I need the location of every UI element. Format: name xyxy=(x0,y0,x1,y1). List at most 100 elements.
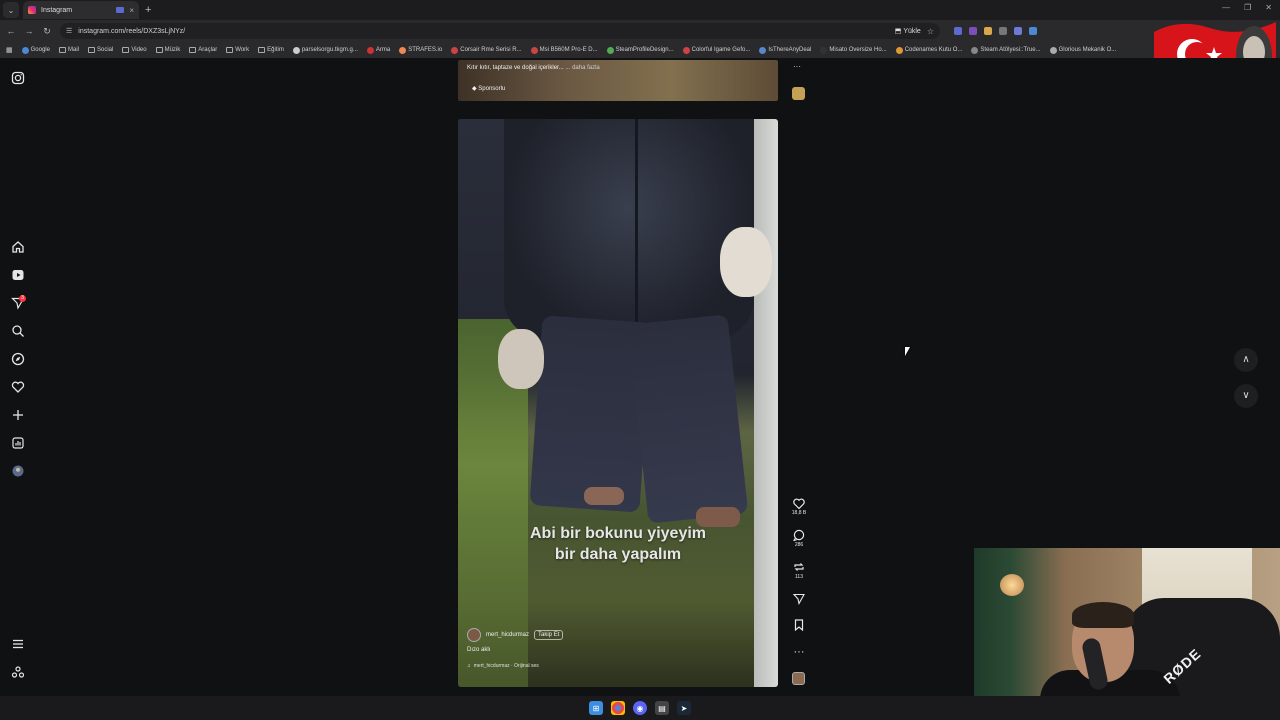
video-subtitle: Abi bir bokunu yiyeyim bir daha yapalım xyxy=(458,523,778,565)
search-icon[interactable] xyxy=(11,324,25,338)
next-reel-button[interactable]: ∨ xyxy=(1234,384,1258,408)
extension-icon[interactable] xyxy=(954,27,962,35)
extension-icon[interactable] xyxy=(1014,27,1022,35)
minimize-icon[interactable]: — xyxy=(1222,3,1230,12)
bookmark-item[interactable]: Google xyxy=(21,46,50,54)
apps-icon[interactable]: ▦ xyxy=(6,46,13,54)
streamer-hair xyxy=(1072,602,1134,628)
bookmark-item[interactable]: Social xyxy=(88,47,113,53)
previous-reel-button[interactable]: ∧ xyxy=(1234,348,1258,372)
person-hand-left xyxy=(498,329,544,389)
steam-icon[interactable]: ➤ xyxy=(677,701,691,715)
reel-audio[interactable]: ♫ mert_hicdurmaz · Orijinal ses xyxy=(467,663,539,669)
install-app-button[interactable]: ⬒ Yükle xyxy=(895,27,921,36)
tab-search-icon[interactable]: ⌄ xyxy=(3,2,19,18)
ad-more-options-icon[interactable]: ··· xyxy=(793,62,801,71)
sponsored-text: Sponsorlu xyxy=(478,86,506,92)
ad-more-link[interactable]: ... daha fazla xyxy=(565,65,599,71)
browser-tab-bar: ⌄ Instagram × + — ❐ ✕ xyxy=(0,0,1280,20)
bookmark-item[interactable]: Arma xyxy=(366,46,390,54)
bookmark-item[interactable]: Corsair Rme Serisi R... xyxy=(451,46,522,54)
bookmark-label: Müzik xyxy=(164,47,181,53)
menu-icon[interactable] xyxy=(11,637,25,651)
create-plus-icon[interactable] xyxy=(11,408,25,422)
reel-caption[interactable]: Dızo aklı xyxy=(467,647,490,653)
dashboard-icon[interactable] xyxy=(11,436,25,450)
repost-action[interactable]: 113 xyxy=(788,561,810,580)
bookmark-item[interactable]: Work xyxy=(226,47,249,53)
notifications-heart-icon[interactable] xyxy=(11,380,25,394)
bookmark-item[interactable]: Glorious Mekanik O... xyxy=(1049,46,1116,54)
explore-icon[interactable] xyxy=(11,352,25,366)
repost-icon[interactable] xyxy=(788,561,810,573)
start-windows-icon[interactable]: ⊞ xyxy=(589,701,603,715)
bookmark-item[interactable]: SteamProfileDesign... xyxy=(606,46,674,54)
also-from-meta-icon[interactable] xyxy=(11,665,25,679)
url-bar[interactable]: ☰ instagram.com/reels/DXZ3sLjNYz/ ⬒ Yükl… xyxy=(60,23,940,39)
reels-icon[interactable] xyxy=(11,268,25,282)
reel-video[interactable]: Abi bir bokunu yiyeyim bir daha yapalım … xyxy=(458,119,778,687)
bookmark-item[interactable]: Steam Atölyesi::True... xyxy=(971,46,1041,54)
extension-icon[interactable] xyxy=(999,27,1007,35)
home-icon[interactable] xyxy=(11,240,25,254)
bookmark-label: Msi B560M Pro-E D... xyxy=(539,47,598,53)
bookmark-item[interactable]: STRAFES.io xyxy=(399,46,442,54)
comment-count: 286 xyxy=(794,542,804,548)
forward-icon[interactable]: → xyxy=(24,26,34,36)
bookmark-label: Steam Atölyesi::True... xyxy=(980,47,1041,53)
bookmark-label: IsThereAnyDeal xyxy=(768,47,812,53)
share-icon[interactable] xyxy=(788,593,810,605)
follow-button[interactable]: Takip Et xyxy=(534,630,564,640)
more-options-icon[interactable]: ··· xyxy=(788,646,810,658)
comment-action[interactable]: 286 xyxy=(788,529,810,548)
new-tab-button[interactable]: + xyxy=(145,4,151,16)
extension-icon[interactable] xyxy=(984,27,992,35)
like-action[interactable]: 18,8 B xyxy=(788,497,810,516)
window-controls: — ❐ ✕ xyxy=(1222,3,1272,12)
bookmark-item[interactable]: Codenames Kutu O... xyxy=(895,46,962,54)
bookmark-item[interactable]: Video xyxy=(122,47,147,53)
app-icon[interactable]: ▤ xyxy=(655,701,669,715)
save-bookmark-icon[interactable] xyxy=(788,619,810,631)
reload-icon[interactable]: ↻ xyxy=(42,26,52,37)
instagram-logo-icon[interactable] xyxy=(11,71,25,85)
bookmark-label: Video xyxy=(131,47,147,53)
extension-icon[interactable] xyxy=(969,27,977,35)
extension-icon[interactable] xyxy=(1029,27,1037,35)
discord-icon[interactable]: ◉ xyxy=(633,701,647,715)
comment-icon[interactable] xyxy=(788,529,810,541)
ad-audio-thumbnail[interactable] xyxy=(792,87,805,100)
more-action[interactable]: ··· xyxy=(788,646,810,658)
author-username[interactable]: mert_hicdurmaz xyxy=(486,632,529,638)
sponsored-reel-card[interactable]: Kıtır kıtır, taptaze ve doğal içerikler.… xyxy=(458,60,778,101)
os-taskbar: ⊞ ◉ ▤ ➤ xyxy=(0,696,1280,720)
save-action[interactable] xyxy=(788,619,810,631)
share-action[interactable] xyxy=(788,593,810,605)
bookmark-item[interactable]: Eğitim xyxy=(258,47,284,53)
author-avatar[interactable] xyxy=(467,628,481,642)
bookmark-item[interactable]: Misato Oversize Ho... xyxy=(820,46,887,54)
tab-instagram[interactable]: Instagram × xyxy=(23,1,139,19)
chrome-icon[interactable] xyxy=(611,701,625,715)
bookmark-item[interactable]: Msi B560M Pro-E D... xyxy=(530,46,598,54)
url-text: instagram.com/reels/DXZ3sLjNYz/ xyxy=(78,27,186,35)
bookmark-item[interactable]: Colorful Igame Gefo... xyxy=(682,46,750,54)
maximize-icon[interactable]: ❐ xyxy=(1244,3,1251,12)
profile-avatar-icon[interactable] xyxy=(11,464,25,478)
bookmark-item[interactable]: Mail xyxy=(58,47,79,53)
bookmark-item[interactable]: Müzik xyxy=(155,47,181,53)
audio-thumbnail[interactable] xyxy=(792,672,805,685)
bookmark-star-icon[interactable]: ☆ xyxy=(927,27,934,36)
person-jacket xyxy=(504,119,754,339)
chandelier xyxy=(1000,574,1024,596)
like-heart-icon[interactable] xyxy=(788,497,810,509)
tab-close-icon[interactable]: × xyxy=(129,6,134,15)
mouse-cursor-icon xyxy=(905,347,910,356)
bookmark-item[interactable]: Araçlar xyxy=(189,47,217,53)
back-icon[interactable]: ← xyxy=(6,26,16,36)
close-window-icon[interactable]: ✕ xyxy=(1265,3,1272,12)
bookmark-item[interactable]: IsThereAnyDeal xyxy=(759,46,812,54)
bookmark-item[interactable]: parselsorgu.tkgm.g... xyxy=(292,46,358,54)
site-info-icon[interactable]: ☰ xyxy=(66,27,72,35)
media-playing-icon[interactable] xyxy=(116,7,125,13)
